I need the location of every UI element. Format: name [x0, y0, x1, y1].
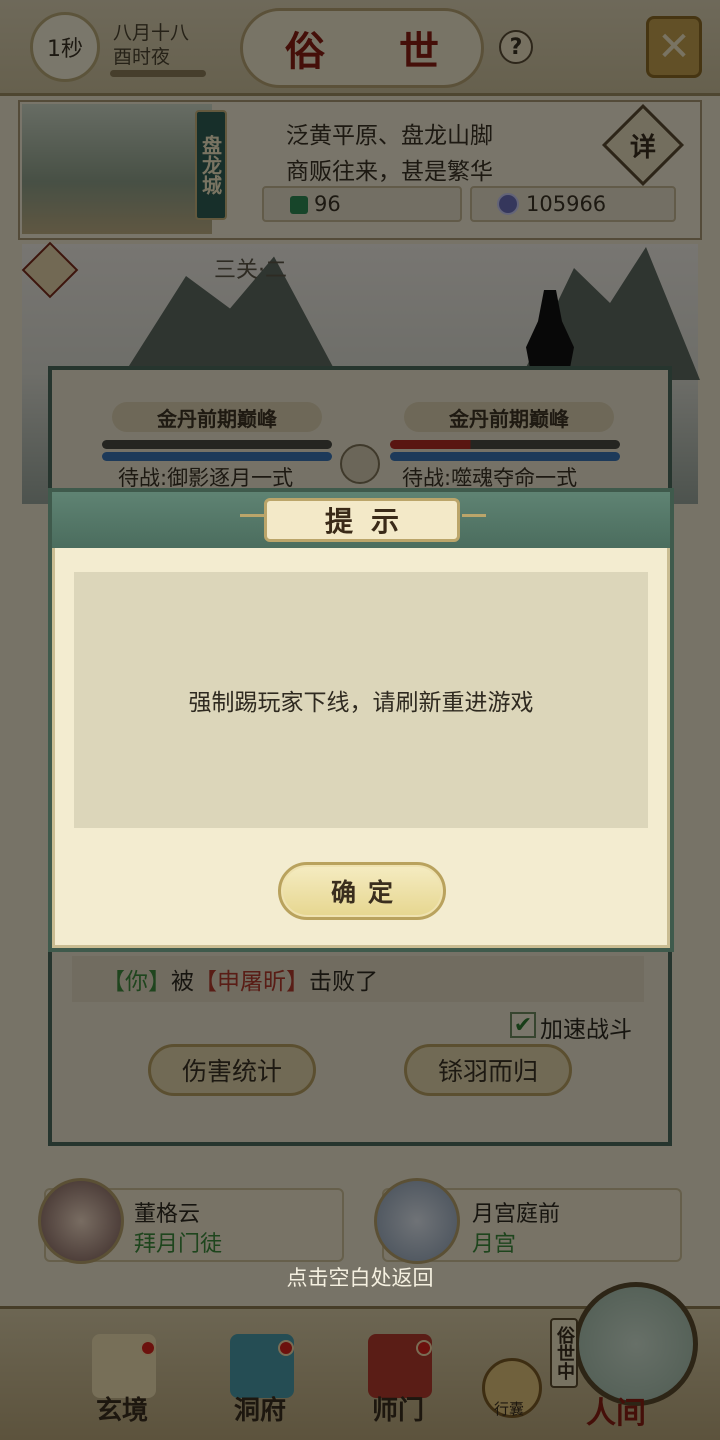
alert-dialog: 提示 强制踢玩家下线，请刷新重进游戏 确定 — [48, 488, 674, 952]
title-ornament-left — [240, 514, 264, 517]
title-ornament-right — [462, 514, 486, 517]
dialog-message: 强制踢玩家下线，请刷新重进游戏 — [188, 690, 534, 716]
dialog-title: 提示 — [264, 498, 460, 542]
confirm-button[interactable]: 确定 — [278, 862, 446, 920]
dialog-message-box: 强制踢玩家下线，请刷新重进游戏 — [74, 572, 648, 828]
tap-to-return-hint: 点击空白处返回 — [286, 1266, 434, 1290]
